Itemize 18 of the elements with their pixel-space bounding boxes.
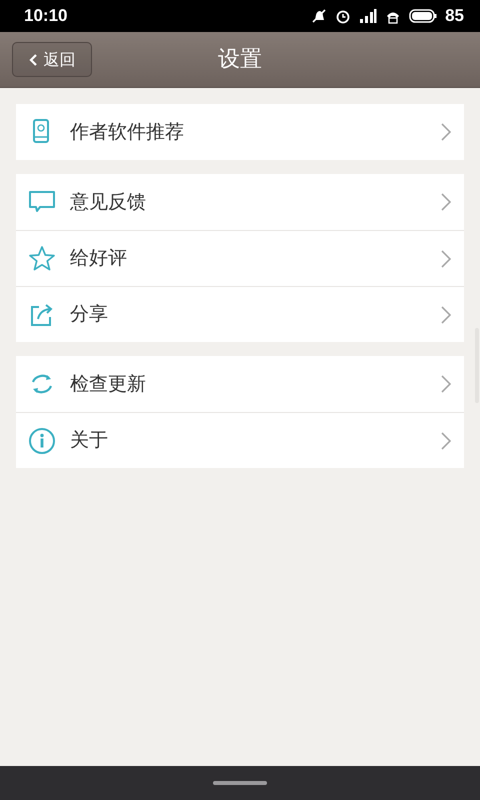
- info-icon: [28, 426, 56, 454]
- star-icon: [28, 244, 56, 272]
- chevron-right-icon: [440, 304, 452, 324]
- silent-icon: [311, 8, 328, 24]
- page-title: 设置: [218, 46, 262, 74]
- chevron-right-icon: [440, 192, 452, 212]
- chevron-right-icon: [440, 122, 452, 142]
- back-button[interactable]: 返回: [12, 42, 92, 77]
- alarm-icon: [335, 8, 352, 24]
- chevron-right-icon: [440, 430, 452, 450]
- chevron-right-icon: [440, 374, 452, 394]
- battery-icon: [409, 9, 438, 23]
- signal-icon: [359, 8, 378, 24]
- battery-level: 85: [445, 5, 464, 28]
- chevron-left-icon: [28, 52, 38, 66]
- chevron-right-icon: [440, 248, 452, 268]
- home-handle[interactable]: [213, 781, 267, 785]
- status-time: 10:10: [24, 5, 68, 28]
